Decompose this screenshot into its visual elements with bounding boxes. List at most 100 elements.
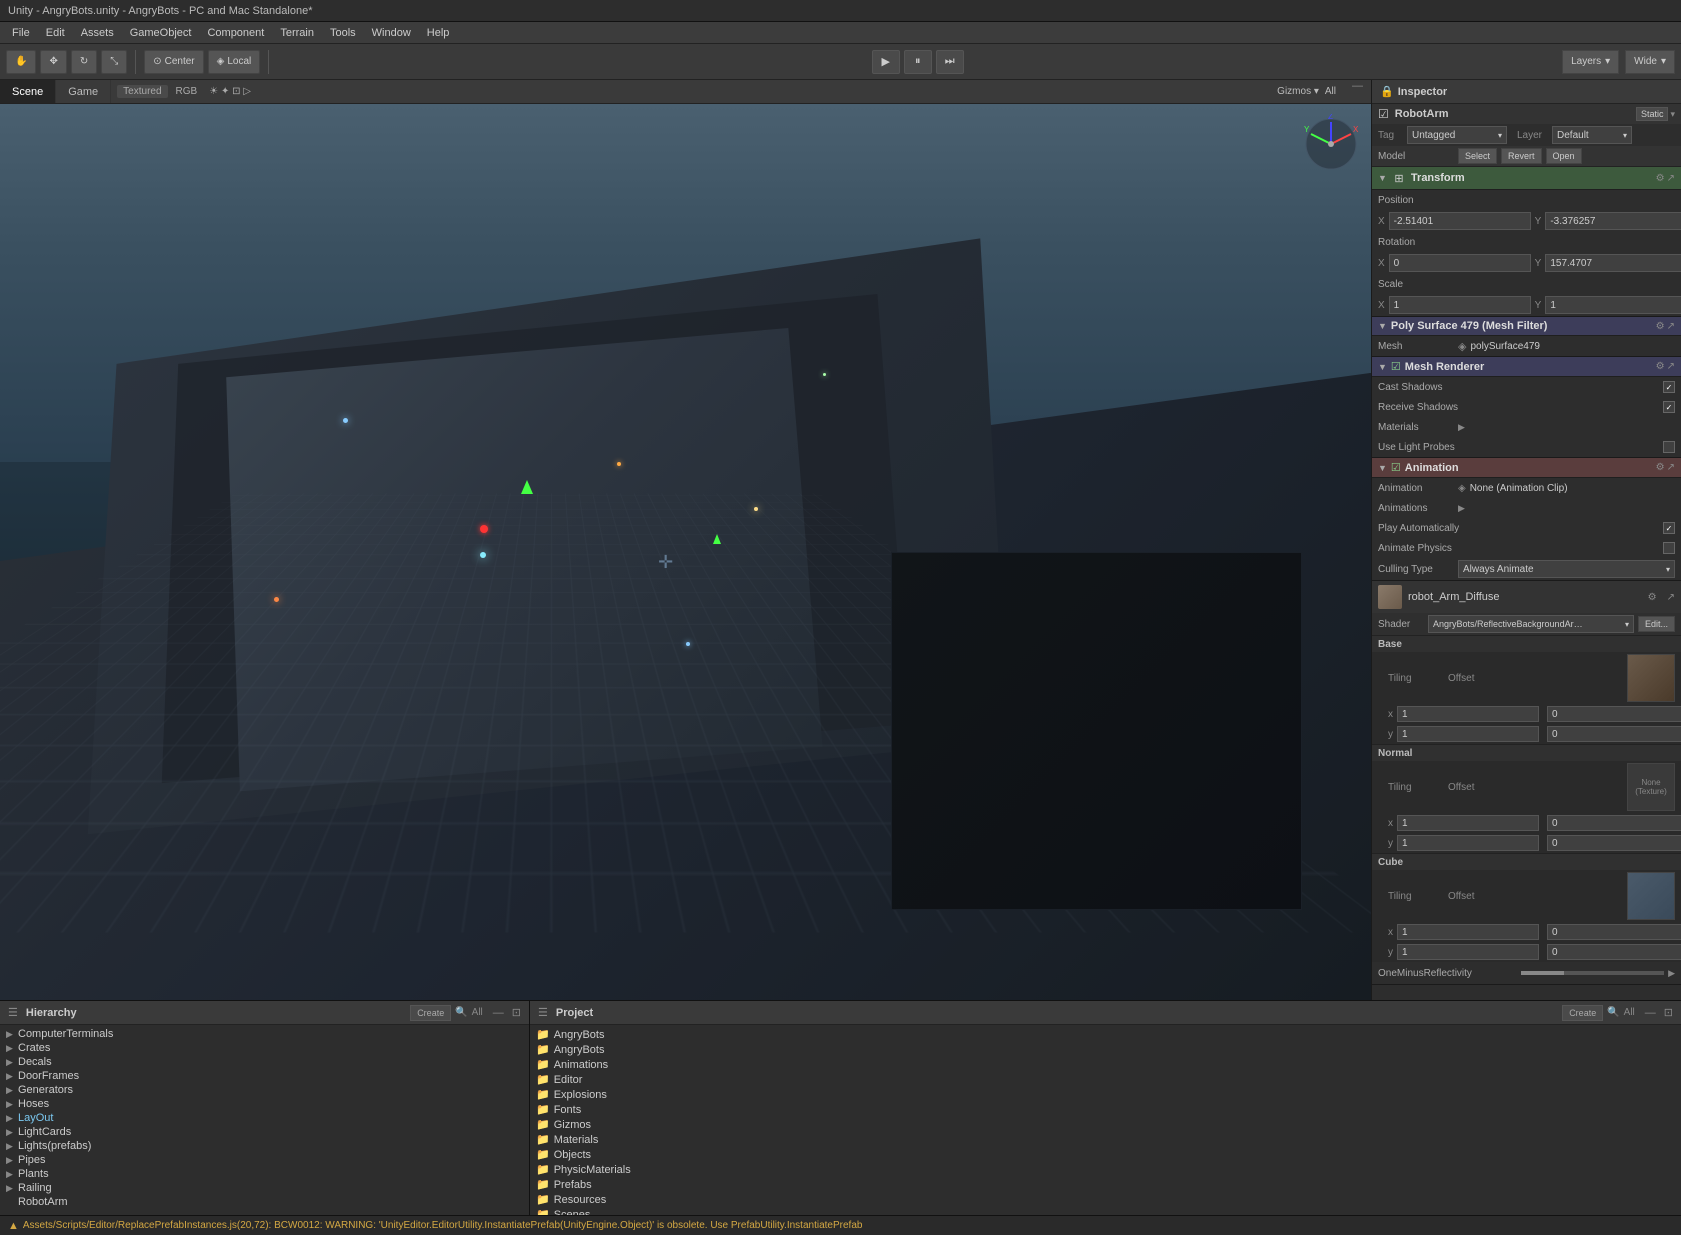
base-tiling-y-field[interactable] bbox=[1397, 726, 1539, 742]
one-minus-slider[interactable] bbox=[1521, 971, 1664, 975]
project-folder-explosions[interactable]: 📁 Explosions bbox=[532, 1087, 1679, 1102]
menu-tools[interactable]: Tools bbox=[322, 22, 364, 44]
model-select-btn[interactable]: Select bbox=[1458, 148, 1497, 164]
mesh-filter-header[interactable]: ▼ Poly Surface 479 (Mesh Filter) ⚙ ↗ bbox=[1372, 317, 1681, 336]
mesh-renderer-expand-icon[interactable]: ↗ bbox=[1667, 361, 1675, 372]
animation-check-icon[interactable]: ☑ bbox=[1391, 461, 1401, 474]
scene-viewport[interactable]: X Y Z ✛ bbox=[0, 104, 1371, 1000]
project-folder-editor[interactable]: 📁 Editor bbox=[532, 1072, 1679, 1087]
hierarchy-all-btn[interactable]: All bbox=[472, 1007, 483, 1018]
gameobject-active-checkbox[interactable]: ☑ bbox=[1378, 107, 1389, 121]
model-revert-btn[interactable]: Revert bbox=[1501, 148, 1542, 164]
normal-offset-x-field[interactable] bbox=[1547, 815, 1681, 831]
material-gear-icon[interactable]: ⚙ bbox=[1648, 592, 1657, 603]
animation-section-header[interactable]: ▼ ☑ Animation ⚙ ↗ bbox=[1372, 458, 1681, 478]
animate-physics-checkbox[interactable] bbox=[1663, 542, 1675, 554]
scale-x-field[interactable] bbox=[1389, 296, 1531, 314]
static-badge[interactable]: Static bbox=[1636, 107, 1669, 121]
project-folder-objects[interactable]: 📁 Objects bbox=[532, 1147, 1679, 1162]
play-button[interactable]: ▶ bbox=[872, 50, 900, 74]
view-misc-icons[interactable]: ☀ ✦ ⊡ ▷ bbox=[205, 85, 255, 98]
play-auto-checkbox[interactable]: ✓ bbox=[1663, 522, 1675, 534]
hierarchy-item-hoses[interactable]: ▶ Hoses bbox=[2, 1097, 527, 1111]
project-folder-physic-materials[interactable]: 📁 PhysicMaterials bbox=[532, 1162, 1679, 1177]
shader-edit-btn[interactable]: Edit... bbox=[1638, 616, 1675, 632]
materials-arrow-icon[interactable]: ▶ bbox=[1458, 422, 1465, 433]
project-expand-btn[interactable]: ⊡ bbox=[1664, 1006, 1673, 1019]
project-folder-animations[interactable]: 📁 Animations bbox=[532, 1057, 1679, 1072]
project-folder-resources[interactable]: 📁 Resources bbox=[532, 1192, 1679, 1207]
menu-help[interactable]: Help bbox=[419, 22, 458, 44]
gizmos-btn[interactable]: Gizmos ▾ bbox=[1277, 86, 1319, 97]
base-tiling-x-field[interactable] bbox=[1397, 706, 1539, 722]
animation-gear-icon[interactable]: ⚙ bbox=[1656, 462, 1665, 473]
transform-hand-btn[interactable]: ✋ bbox=[6, 50, 36, 74]
hierarchy-item-pipes[interactable]: ▶ Pipes bbox=[2, 1153, 527, 1167]
project-folder-prefabs[interactable]: 📁 Prefabs bbox=[532, 1177, 1679, 1192]
shader-dropdown[interactable]: AngryBots/ReflectiveBackgroundArbitraryG… bbox=[1428, 615, 1634, 633]
project-folder-angrybots[interactable]: 📁 AngryBots bbox=[532, 1027, 1679, 1042]
mesh-filter-expand-icon[interactable]: ↗ bbox=[1667, 321, 1675, 332]
animation-expand-icon[interactable]: ↗ bbox=[1667, 462, 1675, 473]
hierarchy-expand-btn[interactable]: ⊡ bbox=[512, 1006, 521, 1019]
mesh-renderer-check-icon[interactable]: ☑ bbox=[1391, 360, 1401, 373]
view-textured[interactable]: Textured bbox=[117, 85, 167, 98]
hierarchy-item-crates[interactable]: ▶ Crates bbox=[2, 1041, 527, 1055]
normal-tiling-y-field[interactable] bbox=[1397, 835, 1539, 851]
hierarchy-item-plants[interactable]: ▶ Plants bbox=[2, 1167, 527, 1181]
scene-navigator[interactable]: X Y Z bbox=[1301, 114, 1361, 174]
material-expand-icon[interactable]: ↗ bbox=[1667, 592, 1675, 603]
transform-gear-icon[interactable]: ⚙ bbox=[1656, 173, 1665, 184]
menu-file[interactable]: File bbox=[4, 22, 38, 44]
hierarchy-item-railing[interactable]: ▶ Railing bbox=[2, 1181, 527, 1195]
static-arrow-icon[interactable]: ▾ bbox=[1670, 109, 1675, 120]
transform-section-header[interactable]: ▼ ⊞ Transform ⚙ ↗ bbox=[1372, 167, 1681, 190]
hierarchy-collapse-icon[interactable]: ☰ bbox=[8, 1006, 18, 1019]
normal-offset-y-field[interactable] bbox=[1547, 835, 1681, 851]
hierarchy-create-btn[interactable]: Create bbox=[410, 1005, 451, 1021]
project-create-btn[interactable]: Create bbox=[1562, 1005, 1603, 1021]
base-texture-thumb[interactable] bbox=[1627, 654, 1675, 702]
receive-shadows-checkbox[interactable]: ✓ bbox=[1663, 401, 1675, 413]
pos-y-field[interactable] bbox=[1545, 212, 1681, 230]
pivot-local-btn[interactable]: ◈ Local bbox=[208, 50, 261, 74]
inspector-lock-icon[interactable]: 🔒 bbox=[1380, 85, 1394, 98]
base-offset-x-field[interactable] bbox=[1547, 706, 1681, 722]
pos-x-field[interactable] bbox=[1389, 212, 1531, 230]
cube-offset-x-field[interactable] bbox=[1547, 924, 1681, 940]
view-rgb[interactable]: RGB bbox=[172, 85, 202, 98]
transform-move-btn[interactable]: ✥ bbox=[40, 50, 66, 74]
menu-component[interactable]: Component bbox=[199, 22, 272, 44]
project-all-btn[interactable]: All bbox=[1624, 1007, 1635, 1018]
menu-window[interactable]: Window bbox=[364, 22, 419, 44]
mesh-renderer-header[interactable]: ▼ ☑ Mesh Renderer ⚙ ↗ bbox=[1372, 357, 1681, 377]
pause-button[interactable]: ⏸ bbox=[904, 50, 932, 74]
menu-edit[interactable]: Edit bbox=[38, 22, 73, 44]
base-offset-y-field[interactable] bbox=[1547, 726, 1681, 742]
menu-gameobject[interactable]: GameObject bbox=[122, 22, 200, 44]
project-folder-scenes[interactable]: 📁 Scenes bbox=[532, 1207, 1679, 1215]
project-folder-fonts[interactable]: 📁 Fonts bbox=[532, 1102, 1679, 1117]
mesh-filter-gear-icon[interactable]: ⚙ bbox=[1656, 321, 1665, 332]
cube-tiling-y-field[interactable] bbox=[1397, 944, 1539, 960]
normal-texture-none[interactable]: None (Texture) bbox=[1627, 763, 1675, 811]
culling-dropdown[interactable]: Always Animate ▾ bbox=[1458, 560, 1675, 578]
normal-tiling-x-field[interactable] bbox=[1397, 815, 1539, 831]
project-close-btn[interactable]: — bbox=[1645, 1007, 1656, 1019]
all-btn[interactable]: All bbox=[1325, 86, 1336, 97]
cast-shadows-checkbox[interactable]: ✓ bbox=[1663, 381, 1675, 393]
tab-scene[interactable]: Scene bbox=[0, 80, 56, 103]
project-collapse-icon[interactable]: ☰ bbox=[538, 1006, 548, 1019]
cube-offset-y-field[interactable] bbox=[1547, 944, 1681, 960]
hierarchy-item-robot-arm[interactable]: RobotArm bbox=[2, 1195, 527, 1209]
step-button[interactable]: ⏭ bbox=[936, 50, 964, 74]
cube-texture-thumb[interactable] bbox=[1627, 872, 1675, 920]
project-folder-angrybots2[interactable]: 📁 AngryBots bbox=[532, 1042, 1679, 1057]
project-folder-materials[interactable]: 📁 Materials bbox=[532, 1132, 1679, 1147]
hierarchy-item-door-frames[interactable]: ▶ DoorFrames bbox=[2, 1069, 527, 1083]
pivot-center-btn[interactable]: ⊙ Center bbox=[144, 50, 203, 74]
scale-y-field[interactable] bbox=[1545, 296, 1681, 314]
layer-dropdown[interactable]: Default ▾ bbox=[1552, 126, 1632, 144]
use-light-probes-checkbox[interactable] bbox=[1663, 441, 1675, 453]
rot-x-field[interactable] bbox=[1389, 254, 1531, 272]
